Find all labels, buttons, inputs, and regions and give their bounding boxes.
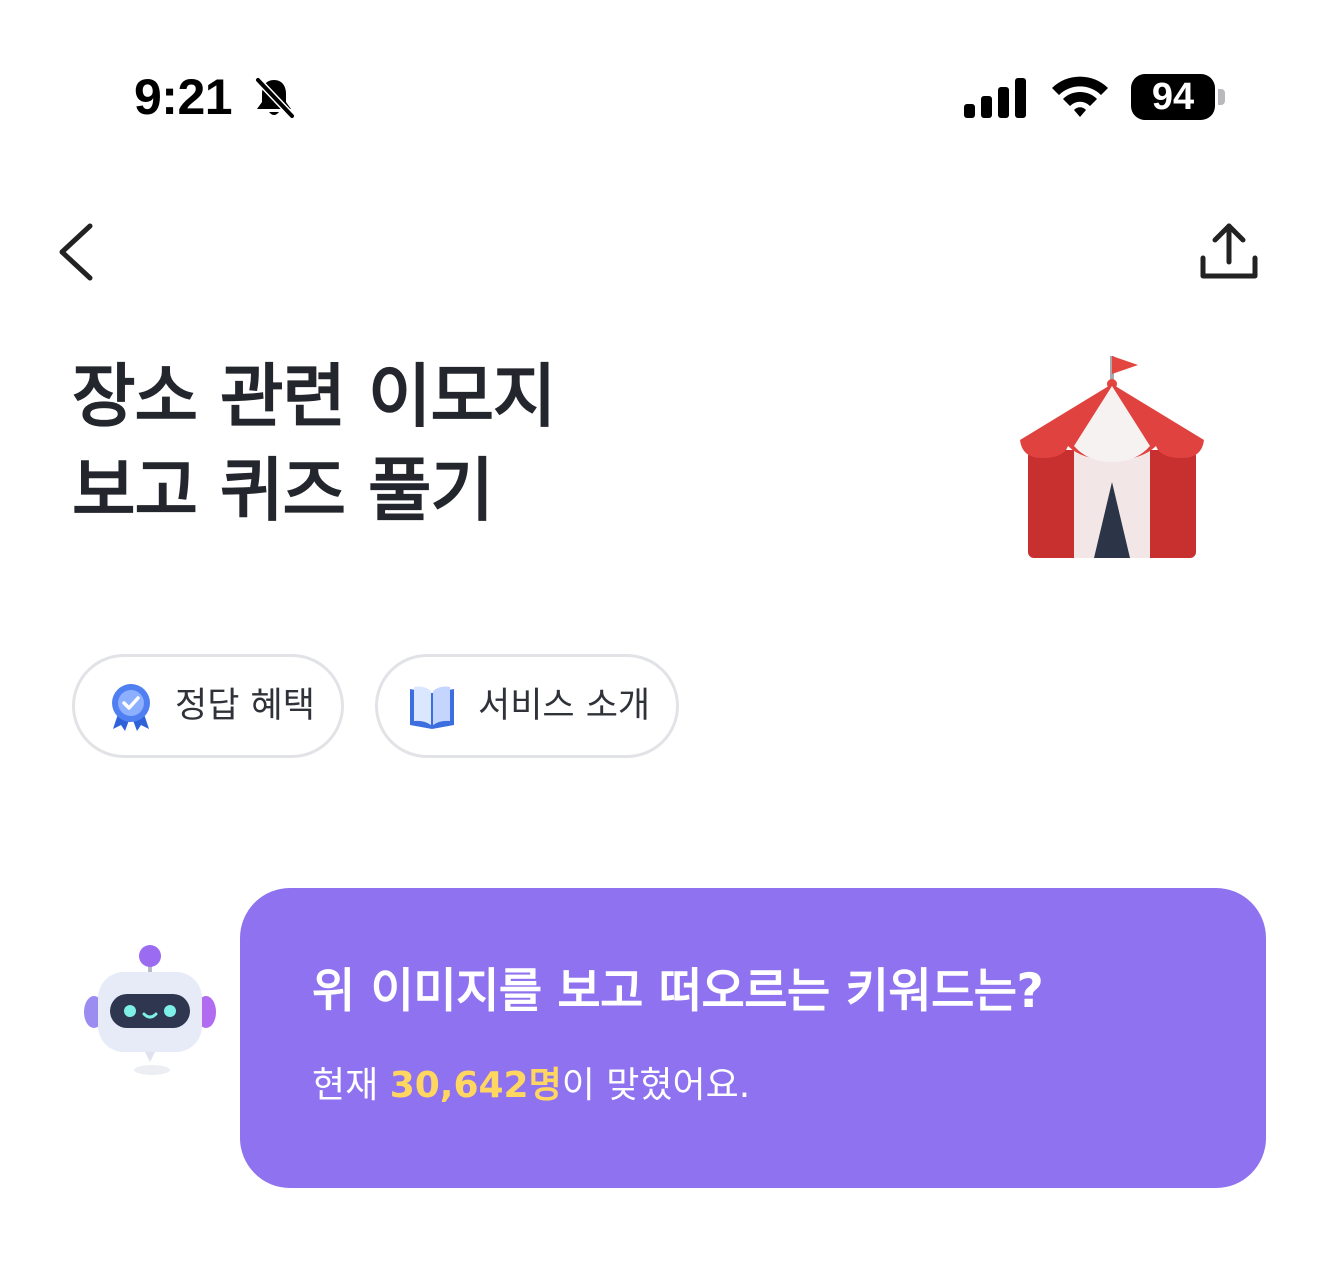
open-book-icon [410, 686, 454, 729]
battery-cap [1218, 89, 1225, 105]
quiz-card[interactable]: 위 이미지를 보고 떠오르는 키워드는? 현재 30,642명이 맞혔어요. [240, 888, 1266, 1188]
cellular-signal-icon [964, 78, 1026, 118]
circus-tent-icon [1020, 356, 1204, 558]
benefit-chip-label: 정답 혜택 [175, 686, 315, 726]
award-badge-icon [112, 684, 150, 731]
quiz-stat: 현재 30,642명이 맞혔어요. [312, 1060, 750, 1112]
page-title-line-2: 보고 퀴즈 풀기 [72, 451, 494, 531]
page-title-line-1: 장소 관련 이모지 [72, 357, 556, 437]
share-button[interactable] [1192, 212, 1266, 288]
status-time: 9:21 [134, 69, 233, 125]
chevron-left-icon [59, 223, 93, 281]
battery-level: 94 [1151, 76, 1195, 118]
quiz-correct-count: 30,642명 [389, 1065, 562, 1106]
benefit-chip[interactable]: 정답 혜택 [72, 654, 344, 758]
wifi-icon [1052, 76, 1108, 117]
quiz-stat-prefix: 현재 [312, 1065, 390, 1106]
robot-icon [84, 945, 216, 1075]
bell-slash-icon [254, 76, 296, 120]
service-intro-chip[interactable]: 서비스 소개 [375, 654, 679, 758]
back-button[interactable] [50, 214, 112, 290]
battery-icon: 94 [1131, 74, 1215, 120]
quiz-stat-suffix: 이 맞혔어요. [561, 1065, 751, 1106]
page-title: 장소 관련 이모지 보고 퀴즈 풀기 [72, 350, 772, 538]
service-intro-chip-label: 서비스 소개 [478, 686, 651, 726]
share-upload-icon [1200, 223, 1258, 279]
quiz-question: 위 이미지를 보고 떠오르는 키워드는? [312, 964, 1044, 1019]
